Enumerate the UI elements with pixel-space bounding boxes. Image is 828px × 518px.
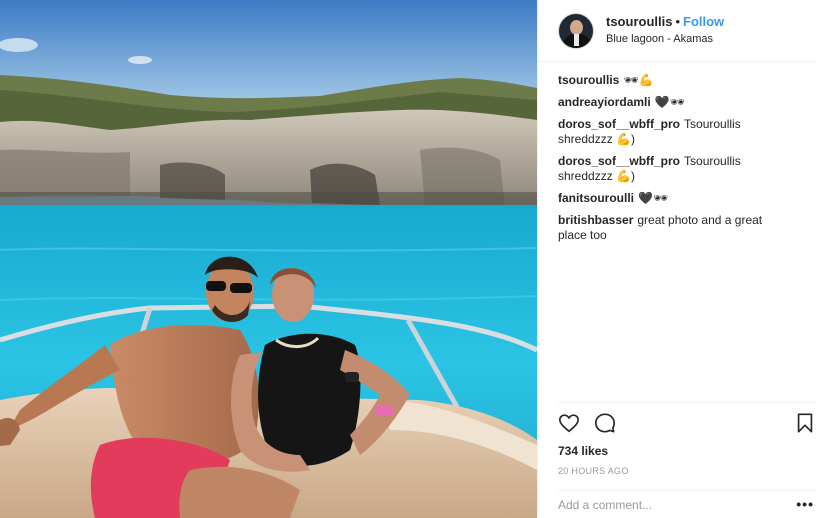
bookmark-icon[interactable] (794, 412, 816, 434)
comment-icon[interactable] (594, 412, 616, 434)
comment-text: 🕶💪 (623, 73, 654, 87)
header-top-line: tsouroullis • Follow (606, 14, 724, 30)
comment-username[interactable]: andreayiordamli (558, 95, 651, 109)
comment-username[interactable]: tsouroullis (558, 73, 619, 87)
post-timestamp[interactable]: 20 HOURS AGO (558, 466, 816, 476)
comment-item: doros_sof__wbff_pro Tsouroullis shreddzzz… (558, 154, 788, 184)
post-header: tsouroullis • Follow Blue lagoon - Akamas (538, 0, 816, 62)
username-link[interactable]: tsouroullis (606, 14, 672, 29)
location-link[interactable]: Blue lagoon - Akamas (606, 31, 724, 47)
post-photo[interactable] (0, 0, 537, 518)
comment-input[interactable] (558, 497, 778, 512)
comment-item: tsouroullis 🕶💪 (558, 73, 788, 88)
heart-icon[interactable] (558, 412, 580, 434)
likes-count[interactable]: 734 likes (558, 443, 816, 459)
comment-composer: ••• (558, 490, 816, 518)
header-text: tsouroullis • Follow Blue lagoon - Akamas (606, 14, 724, 47)
comment-text: 🖤🕶 (638, 191, 669, 205)
comment-item: andreayiordamli 🖤🕶 (558, 95, 788, 110)
more-options-icon[interactable]: ••• (796, 497, 814, 511)
comment-item: doros_sof__wbff_pro Tsouroullis shreddzzz… (558, 117, 788, 147)
comment-username[interactable]: doros_sof__wbff_pro (558, 154, 680, 168)
action-bar (558, 403, 816, 443)
post-actions-section: 734 likes 20 HOURS AGO (558, 402, 816, 476)
post-container: tsouroullis • Follow Blue lagoon - Akamas … (0, 0, 828, 518)
photo-illustration (0, 0, 537, 518)
comments-list: tsouroullis 🕶💪 andreayiordamli 🖤🕶 doros_so… (538, 62, 808, 243)
separator-dot: • (675, 14, 681, 29)
comment-username[interactable]: doros_sof__wbff_pro (558, 117, 680, 131)
comment-text: 🖤🕶 (654, 95, 685, 109)
avatar[interactable] (558, 12, 594, 49)
post-side-panel: tsouroullis • Follow Blue lagoon - Akamas … (537, 0, 828, 518)
comment-item: fanitsouroulli 🖤🕶 (558, 191, 788, 206)
comment-username[interactable]: fanitsouroulli (558, 191, 634, 205)
comment-item: britishbasser great photo and a great pla… (558, 213, 788, 243)
comment-username[interactable]: britishbasser (558, 213, 633, 227)
follow-button[interactable]: Follow (683, 14, 724, 29)
